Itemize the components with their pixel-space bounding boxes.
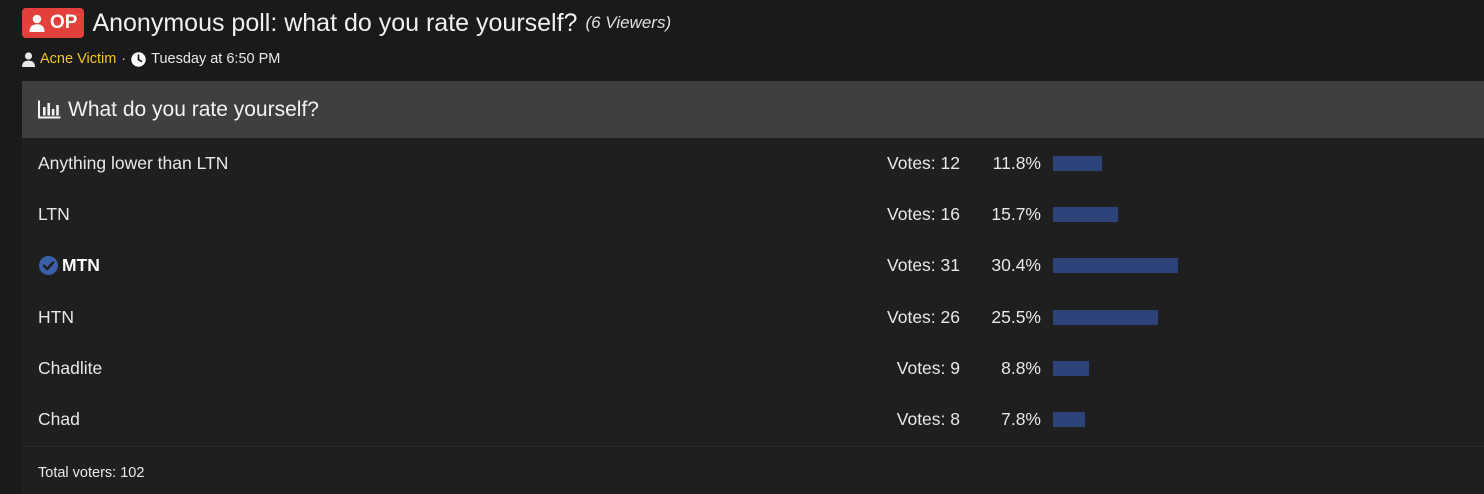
option-bar-fill [1053,411,1086,427]
option-label: Chadlite [38,357,103,378]
option-votes: Votes: 9 [896,357,960,378]
thread-title: Anonymous poll: what do you rate yoursel… [92,8,578,37]
user-icon [29,14,45,32]
option-label-text: MTN [62,255,100,276]
poll-option-voted: MTN Votes: 31 30.4% [22,240,1484,291]
poll-option: LTN Votes: 16 15.7% [22,189,1484,240]
thread-page: OP Anonymous poll: what do you rate your… [0,0,1484,494]
option-percent: 7.8% [1001,408,1041,429]
option-bar [1053,207,1465,223]
option-bar-fill [1053,258,1179,274]
meta-separator: · [121,51,127,67]
option-percent: 11.8% [992,153,1041,173]
poll-header: What do you rate yourself? [22,81,1484,138]
option-votes: Votes: 12 [887,153,960,173]
option-percent: 8.8% [1001,357,1041,378]
option-bar-fill [1053,360,1090,376]
option-bar-fill [1053,156,1102,171]
option-bar [1053,258,1465,274]
poll-block: What do you rate yourself? Anything lowe… [22,81,1484,494]
poll-question: What do you rate yourself? [68,97,319,121]
clock-icon [131,51,146,67]
bar-chart-icon [38,100,68,119]
option-bar-fill [1053,207,1118,223]
option-label-voted: MTN [38,240,100,291]
check-circle-icon [38,255,59,276]
option-percent: 25.5% [991,306,1041,327]
option-percent: 15.7% [991,204,1041,225]
user-icon [22,51,35,67]
post-time[interactable]: Tuesday at 6:50 PM [151,51,280,67]
op-badge-label: OP [50,12,78,33]
poll-option: Anything lower than LTN Votes: 12 11.8% [22,138,1484,189]
thread-meta: Acne Victim · Tuesday at 6:50 PM [22,49,280,69]
option-percent: 30.4% [991,255,1041,276]
op-badge: OP [22,8,85,38]
option-bar [1053,156,1465,171]
option-bar [1053,360,1465,376]
thread-title-row: OP Anonymous poll: what do you rate your… [22,6,671,40]
option-votes: Votes: 16 [887,204,960,225]
viewer-count: (6 Viewers) [585,13,672,32]
option-label: Anything lower than LTN [38,153,229,173]
poll-options: Anything lower than LTN Votes: 12 11.8% … [22,138,1484,445]
option-bar-fill [1053,309,1159,325]
option-votes: Votes: 8 [896,408,960,429]
poll-option: Chadlite Votes: 9 8.8% [22,343,1484,394]
option-bar [1053,411,1465,427]
poll-option: Chad Votes: 8 7.8% [22,394,1484,445]
option-label: Chad [38,408,80,429]
option-label: LTN [38,204,70,225]
author-link[interactable]: Acne Victim [40,51,116,67]
option-label: HTN [38,306,74,327]
option-bar [1053,309,1465,325]
option-votes: Votes: 26 [887,306,960,327]
total-voters: Total voters: 102 [38,465,145,481]
poll-option: HTN Votes: 26 25.5% [22,292,1484,343]
option-votes: Votes: 31 [887,255,960,276]
poll-footer: Total voters: 102 [22,446,1484,494]
